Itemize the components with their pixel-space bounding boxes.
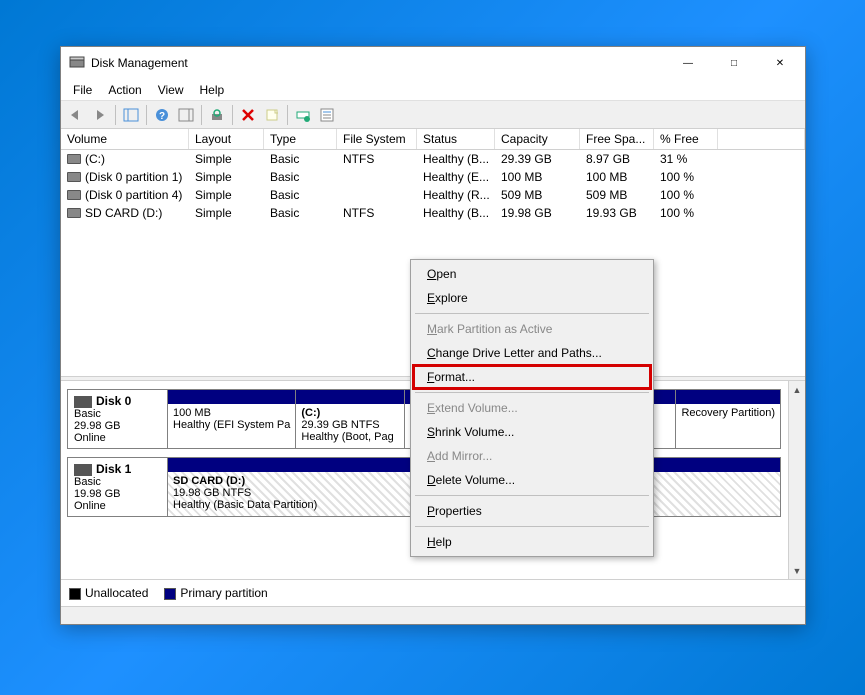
context-change-letter[interactable]: Change Drive Letter and Paths... bbox=[413, 341, 651, 365]
new-button[interactable] bbox=[261, 104, 283, 126]
legend: Unallocated Primary partition bbox=[61, 579, 805, 606]
app-icon bbox=[69, 55, 85, 71]
drive-icon bbox=[67, 190, 81, 200]
col-layout[interactable]: Layout bbox=[189, 129, 264, 149]
context-add-mirror: Add Mirror... bbox=[413, 444, 651, 468]
context-properties[interactable]: Properties bbox=[413, 499, 651, 523]
col-pctfree[interactable]: % Free bbox=[654, 129, 718, 149]
context-format[interactable]: Format... bbox=[413, 365, 651, 389]
disk-icon bbox=[74, 464, 92, 476]
legend-primary: Primary partition bbox=[164, 586, 267, 600]
col-type[interactable]: Type bbox=[264, 129, 337, 149]
status-strip bbox=[61, 606, 805, 624]
context-explore[interactable]: Explore bbox=[413, 286, 651, 310]
menu-view[interactable]: View bbox=[150, 81, 192, 99]
partition[interactable]: 100 MBHealthy (EFI System Pa bbox=[168, 390, 295, 448]
drive-icon bbox=[67, 172, 81, 182]
menu-help[interactable]: Help bbox=[192, 81, 233, 99]
volume-context-menu: Open Explore Mark Partition as Active Ch… bbox=[410, 259, 654, 557]
legend-unallocated: Unallocated bbox=[69, 586, 148, 600]
volume-row[interactable]: (Disk 0 partition 4)SimpleBasicHealthy (… bbox=[61, 186, 805, 204]
drive-icon bbox=[67, 154, 81, 164]
context-mark-active: Mark Partition as Active bbox=[413, 317, 651, 341]
delete-button[interactable] bbox=[237, 104, 259, 126]
titlebar[interactable]: Disk Management — □ ✕ bbox=[61, 47, 805, 79]
disk-icon bbox=[74, 396, 92, 408]
col-filesystem[interactable]: File System bbox=[337, 129, 417, 149]
scroll-up-icon[interactable]: ▲ bbox=[789, 381, 805, 398]
col-freespace[interactable]: Free Spa... bbox=[580, 129, 654, 149]
menubar: File Action View Help bbox=[61, 79, 805, 101]
context-delete[interactable]: Delete Volume... bbox=[413, 468, 651, 492]
close-button[interactable]: ✕ bbox=[757, 48, 803, 78]
volume-row[interactable]: SD CARD (D:)SimpleBasicNTFSHealthy (B...… bbox=[61, 204, 805, 222]
toolbar: ? bbox=[61, 101, 805, 129]
col-volume[interactable]: Volume bbox=[61, 129, 189, 149]
drive-icon bbox=[67, 208, 81, 218]
show-hide-console-tree-button[interactable] bbox=[120, 104, 142, 126]
window-title: Disk Management bbox=[91, 56, 665, 70]
maximize-button[interactable]: □ bbox=[711, 48, 757, 78]
minimize-button[interactable]: — bbox=[665, 48, 711, 78]
partition[interactable]: Recovery Partition) bbox=[675, 390, 780, 448]
disk-list-button[interactable] bbox=[292, 104, 314, 126]
forward-button[interactable] bbox=[89, 104, 111, 126]
volume-row[interactable]: (C:)SimpleBasicNTFSHealthy (B...29.39 GB… bbox=[61, 150, 805, 168]
menu-file[interactable]: File bbox=[65, 81, 100, 99]
volume-row[interactable]: (Disk 0 partition 1)SimpleBasicHealthy (… bbox=[61, 168, 805, 186]
vertical-scrollbar[interactable]: ▲ ▼ bbox=[788, 381, 805, 579]
properties-button[interactable] bbox=[316, 104, 338, 126]
context-shrink[interactable]: Shrink Volume... bbox=[413, 420, 651, 444]
back-button[interactable] bbox=[65, 104, 87, 126]
context-extend: Extend Volume... bbox=[413, 396, 651, 420]
refresh-button[interactable] bbox=[206, 104, 228, 126]
help-button[interactable]: ? bbox=[151, 104, 173, 126]
col-capacity[interactable]: Capacity bbox=[495, 129, 580, 149]
disk-label[interactable]: Disk 0Basic29.98 GBOnline bbox=[68, 390, 168, 448]
context-help[interactable]: Help bbox=[413, 530, 651, 554]
partition[interactable]: (C:)29.39 GB NTFSHealthy (Boot, Pag bbox=[295, 390, 404, 448]
context-open[interactable]: Open bbox=[413, 262, 651, 286]
disk-label[interactable]: Disk 1Basic19.98 GBOnline bbox=[68, 458, 168, 516]
col-spacer bbox=[718, 129, 805, 149]
window-controls: — □ ✕ bbox=[665, 48, 803, 78]
scroll-down-icon[interactable]: ▼ bbox=[789, 562, 805, 579]
settings-pane-button[interactable] bbox=[175, 104, 197, 126]
menu-action[interactable]: Action bbox=[100, 81, 149, 99]
col-status[interactable]: Status bbox=[417, 129, 495, 149]
svg-text:?: ? bbox=[159, 111, 165, 122]
volume-list-header: Volume Layout Type File System Status Ca… bbox=[61, 129, 805, 150]
